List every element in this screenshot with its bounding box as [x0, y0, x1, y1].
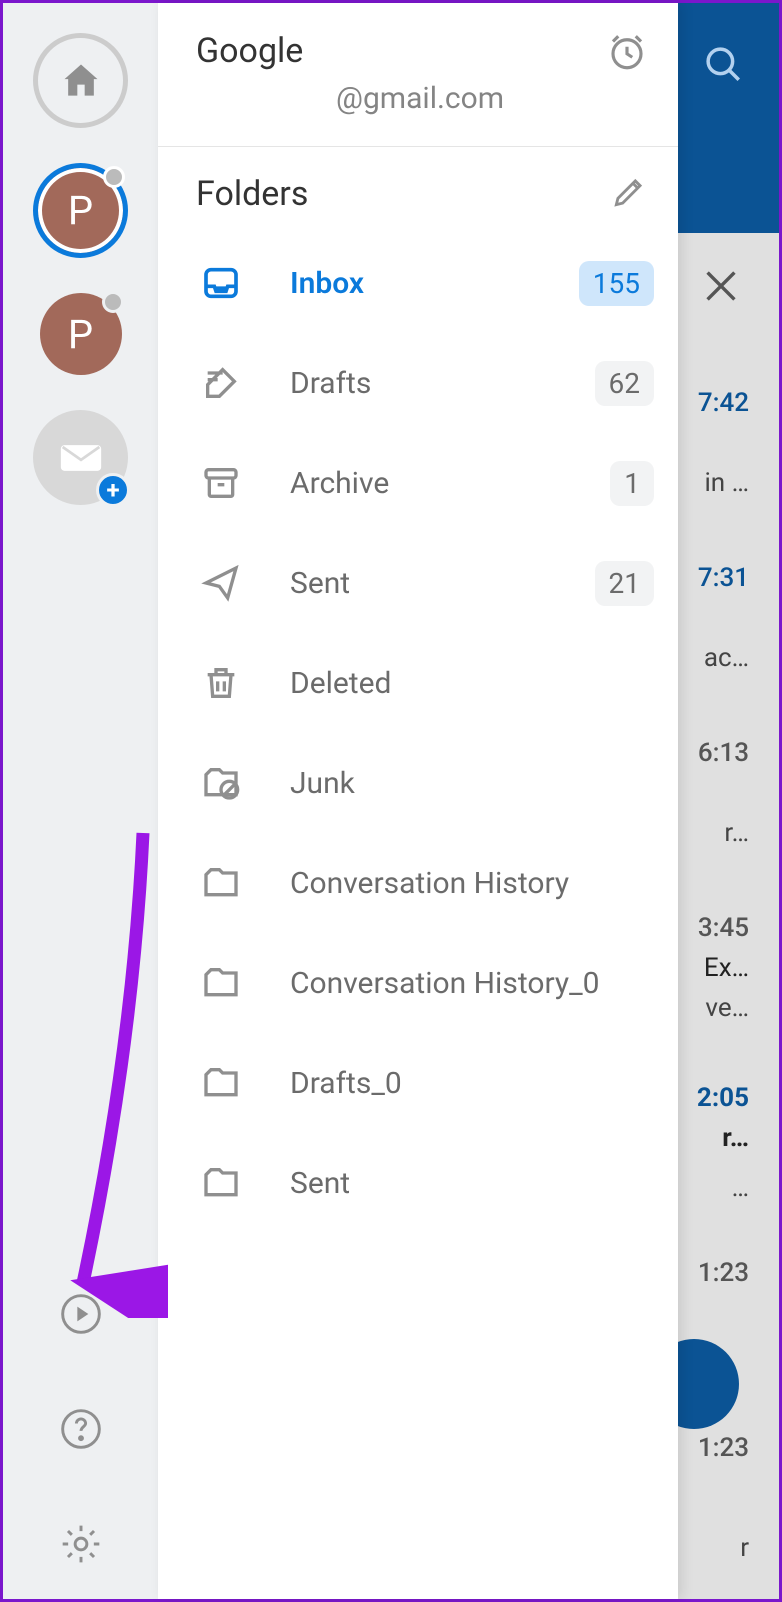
- search-icon[interactable]: [702, 43, 744, 89]
- bg-snip: ac…: [704, 643, 749, 673]
- account-avatar-2[interactable]: P: [40, 293, 122, 375]
- home-button[interactable]: [33, 33, 128, 128]
- bg-time: 6:13: [698, 738, 749, 768]
- folder-item-deleted[interactable]: Deleted: [158, 633, 678, 733]
- folder-item-junk[interactable]: Junk: [158, 733, 678, 833]
- status-dot: [103, 166, 125, 188]
- help-button[interactable]: [56, 1404, 106, 1454]
- folder-label: Archive: [246, 466, 610, 501]
- folder-icon: [196, 963, 246, 1003]
- account-name: Google: [196, 31, 606, 71]
- folder-drawer: Google @gmail.com Folders Inbox155Drafts…: [158, 3, 678, 1599]
- folder-item-conversation-history-0[interactable]: Conversation History_0: [158, 933, 678, 1033]
- account-rail: P P +: [3, 3, 158, 1599]
- folder-item-sent[interactable]: Sent21: [158, 533, 678, 633]
- folder-item-inbox[interactable]: Inbox155: [158, 233, 678, 333]
- account-avatar-1[interactable]: P: [33, 163, 128, 258]
- avatar-letter: P: [68, 187, 93, 234]
- snooze-icon[interactable]: [606, 31, 648, 77]
- folder-item-sent[interactable]: Sent: [158, 1133, 678, 1233]
- bg-time: 7:31: [698, 563, 749, 593]
- folder-list: Inbox155Drafts62Archive1Sent21DeletedJun…: [158, 233, 678, 1233]
- folder-label: Drafts: [246, 366, 595, 401]
- folder-label: Junk: [246, 766, 654, 801]
- settings-button[interactable]: [56, 1519, 106, 1569]
- bg-snip: r…: [724, 818, 749, 848]
- bg-time: 1:23: [698, 1258, 749, 1288]
- bg-snip: …: [732, 1173, 749, 1203]
- folder-label: Sent: [246, 566, 595, 601]
- folders-section-header: Folders: [158, 147, 678, 233]
- folder-label: Drafts_0: [246, 1066, 654, 1101]
- bg-time: 2:05: [697, 1083, 749, 1113]
- edit-folders-icon[interactable]: [610, 173, 648, 215]
- folder-label: Sent: [246, 1166, 654, 1201]
- bg-snip: r: [740, 1533, 749, 1563]
- play-button[interactable]: [56, 1289, 106, 1339]
- folder-icon: [196, 1063, 246, 1103]
- bg-snip: Ex…: [704, 953, 749, 983]
- folder-count: 21: [595, 561, 654, 606]
- bg-snip: ve…: [705, 993, 749, 1023]
- archive-icon: [196, 463, 246, 503]
- add-account-button[interactable]: +: [33, 410, 128, 505]
- folder-count: 62: [595, 361, 654, 406]
- folder-item-conversation-history[interactable]: Conversation History: [158, 833, 678, 933]
- sent-icon: [196, 563, 246, 603]
- folder-count: 1: [610, 461, 654, 506]
- status-dot: [102, 291, 124, 313]
- folder-item-drafts[interactable]: Drafts62: [158, 333, 678, 433]
- folder-label: Deleted: [246, 666, 654, 701]
- folder-icon: [196, 863, 246, 903]
- deleted-icon: [196, 663, 246, 703]
- bg-time: 3:45: [698, 913, 749, 943]
- folder-label: Conversation History_0: [246, 966, 654, 1001]
- junk-icon: [196, 763, 246, 803]
- folder-item-drafts-0[interactable]: Drafts_0: [158, 1033, 678, 1133]
- bg-time: 7:42: [698, 388, 749, 418]
- folder-label: Inbox: [246, 266, 579, 301]
- bg-time: 1:23: [698, 1433, 749, 1463]
- close-icon[interactable]: [698, 263, 744, 313]
- plus-icon: +: [96, 473, 130, 507]
- avatar-letter: P: [68, 311, 93, 358]
- bg-snip: r…: [722, 1123, 749, 1153]
- folder-item-archive[interactable]: Archive1: [158, 433, 678, 533]
- drawer-header: Google @gmail.com: [158, 3, 678, 147]
- inbox-icon: [196, 263, 246, 303]
- folder-label: Conversation History: [246, 866, 654, 901]
- account-email: @gmail.com: [196, 81, 606, 116]
- folder-count: 155: [579, 261, 654, 306]
- drafts-icon: [196, 363, 246, 403]
- bg-snip: in …: [704, 468, 749, 498]
- folders-label: Folders: [196, 174, 610, 214]
- folder-icon: [196, 1163, 246, 1203]
